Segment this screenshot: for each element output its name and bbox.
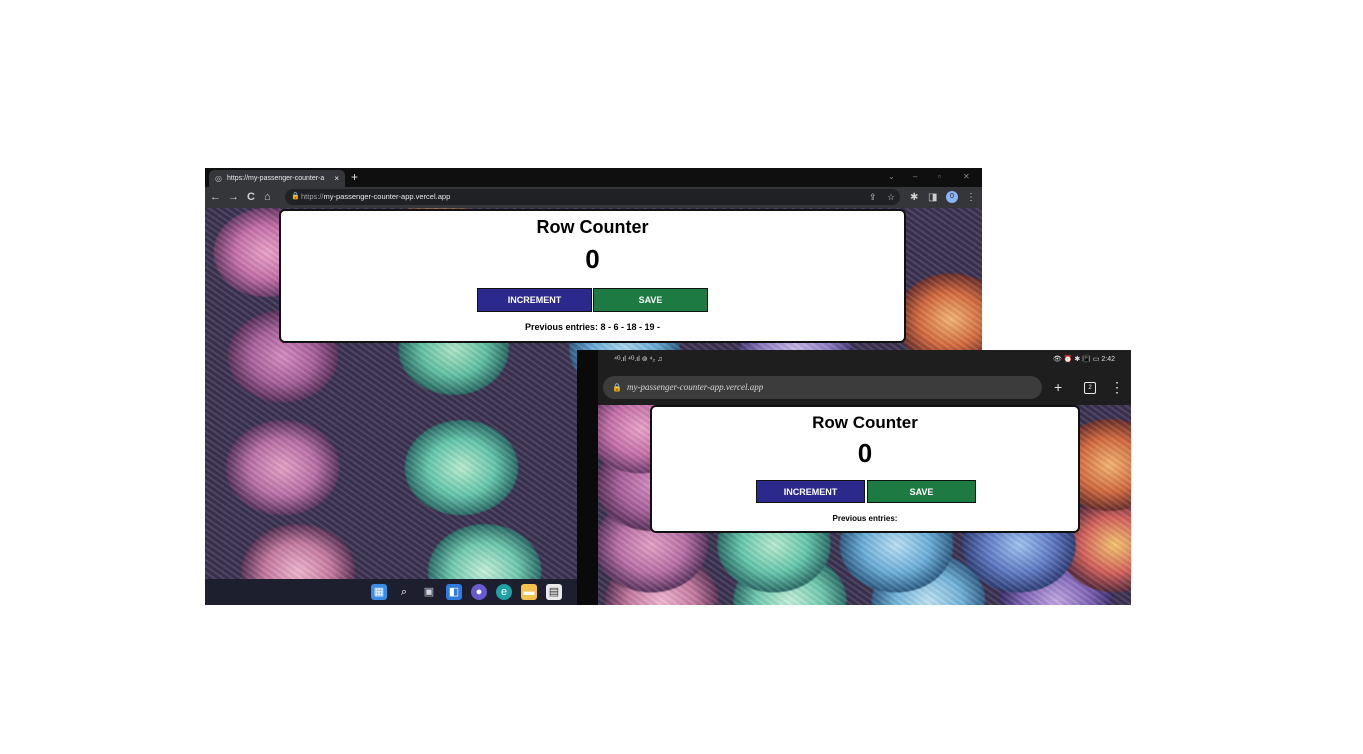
status-bar-left: ⁴ᴳ.ıl ⁴ᴳ.ıl ⊚ ⁴₂ ♫ [614,356,663,363]
task-view-icon[interactable]: ▣ [421,584,437,600]
widgets-icon[interactable]: ◧ [446,584,462,600]
new-tab-button[interactable]: + [1054,376,1062,399]
increment-button[interactable]: INCREMENT [756,480,865,503]
increment-button[interactable]: INCREMENT [477,288,592,312]
counter-value: 0 [857,438,873,468]
row-counter-card: Row Counter 0 INCREMENT SAVE Previous en… [650,405,1080,533]
extensions-icon[interactable]: ✱ [910,189,918,206]
tab-strip: ◎ https://my-passenger-counter-a × + ⌄ –… [205,168,982,187]
share-icon[interactable]: ⇪ [869,189,877,205]
back-button[interactable]: ← [210,189,221,206]
globe-icon: ◎ [215,174,222,183]
url-text: https://my-passenger-counter-app.vercel.… [301,189,450,205]
lock-icon: 🔒 [612,383,622,392]
status-bar-right: 👁 ⏰ ✱ 📳 ▭ 2:42 [1052,356,1115,363]
mobile-browser-toolbar: 🔒 my-passenger-counter-app.vercel.app + … [598,370,1131,405]
search-icon[interactable]: ⌕ [396,584,412,600]
url-host: my-passenger-counter-app.vercel.app [323,192,451,201]
page-title: Row Counter [536,217,649,237]
address-bar[interactable]: 🔒 https://my-passenger-counter-app.verce… [285,189,900,205]
menu-icon[interactable]: ⋮ [966,189,976,206]
home-button[interactable]: ⌂ [264,189,271,206]
row-counter-card: Row Counter 0 INCREMENT SAVE Previous en… [279,209,906,343]
close-window-button[interactable]: ✕ [963,169,970,185]
store-icon[interactable]: ▤ [546,584,562,600]
browser-toolbar: ← → C ⌂ 🔒 https://my-passenger-counter-a… [205,187,982,208]
url-scheme: https:// [301,192,324,201]
windows-icon[interactable]: ▦ [371,584,387,600]
lock-icon: 🔒 [291,193,300,200]
page-title: Row Counter [812,413,918,432]
save-button[interactable]: SAVE [593,288,708,312]
previous-entries: Previous entries: [832,514,898,523]
url-text: my-passenger-counter-app.vercel.app [627,382,764,392]
save-button[interactable]: SAVE [867,480,976,503]
status-bar: ⁴ᴳ.ıl ⁴ᴳ.ıl ⊚ ⁴₂ ♫ 👁 ⏰ ✱ 📳 ▭ 2:42 [598,350,1131,370]
counter-value: 0 [585,244,600,274]
phone-bezel [577,350,598,605]
profile-avatar[interactable]: 0 [946,191,958,203]
mobile-browser-screenshot: ⁴ᴳ.ıl ⁴ᴳ.ıl ⊚ ⁴₂ ♫ 👁 ⏰ ✱ 📳 ▭ 2:42 🔒 my-p… [577,350,1131,605]
minimize-button[interactable]: – [913,169,917,185]
tab-search-icon[interactable]: ⌄ [888,169,895,185]
previous-entries: Previous entries: 8 - 6 - 18 - 19 - [524,322,661,332]
close-tab-icon[interactable]: × [334,170,339,187]
menu-icon[interactable]: ⋮ [1110,376,1124,399]
restore-button[interactable]: ▫ [938,169,941,185]
tab-switcher-button[interactable]: 2 [1084,382,1096,394]
edge-icon[interactable]: e [496,584,512,600]
tab-title: https://my-passenger-counter-a [227,175,325,182]
bookmark-star-icon[interactable]: ☆ [887,189,895,205]
file-explorer-icon[interactable]: ▬ [521,584,537,600]
reload-button[interactable]: C [247,189,255,206]
side-panel-icon[interactable]: ◨ [928,189,937,206]
forward-button[interactable]: → [228,189,239,206]
new-tab-button[interactable]: + [351,169,358,186]
chat-icon[interactable]: ● [471,584,487,600]
mobile-address-bar[interactable]: 🔒 my-passenger-counter-app.vercel.app [603,376,1042,399]
browser-tab[interactable]: ◎ https://my-passenger-counter-a × [209,170,345,187]
